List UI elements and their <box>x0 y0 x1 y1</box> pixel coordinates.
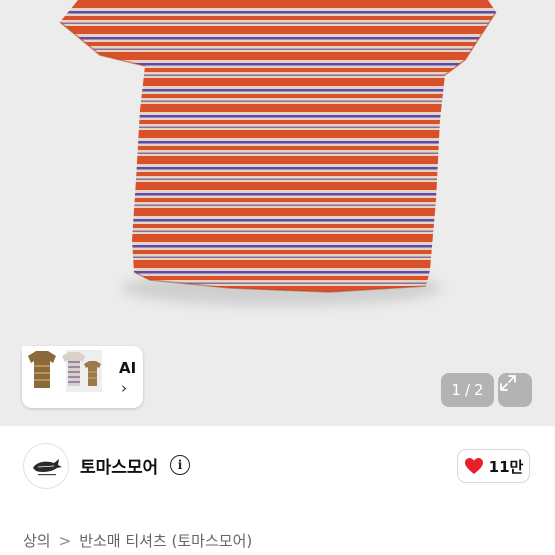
breadcrumb-separator: > <box>58 531 72 550</box>
info-icon[interactable]: i <box>170 455 190 475</box>
image-pager: 1 / 2 <box>441 373 494 407</box>
breadcrumb: 상의 > 반소매 티셔츠 (토마스모어) <box>23 530 252 551</box>
ai-label: AI <box>119 359 137 377</box>
chevron-right-icon: › <box>121 379 127 397</box>
ai-recommendation-card[interactable]: AI › <box>22 346 143 408</box>
pager-current: 1 <box>451 381 461 399</box>
breadcrumb-item-subcategory[interactable]: 반소매 티셔츠 (토마스모어) <box>79 530 252 551</box>
pager-separator: / <box>464 381 471 399</box>
expand-button[interactable] <box>498 373 532 407</box>
product-image-gallery[interactable]: AI › 1 / 2 <box>0 0 555 426</box>
shop-info-row: 토마스모어 i 11만 <box>0 426 555 516</box>
like-button[interactable]: 11만 <box>457 449 530 483</box>
heart-icon <box>464 458 483 474</box>
breadcrumb-item-category[interactable]: 상의 <box>23 530 51 551</box>
whale-logo-icon <box>33 459 62 476</box>
expand-arrows-icon <box>500 375 516 391</box>
shop-logo[interactable] <box>23 443 69 489</box>
shop-name[interactable]: 토마스모어 <box>80 453 158 478</box>
like-count: 11만 <box>488 457 524 476</box>
tshirt-thumbnails-icon <box>22 346 104 396</box>
pager-total: 2 <box>474 381 484 399</box>
